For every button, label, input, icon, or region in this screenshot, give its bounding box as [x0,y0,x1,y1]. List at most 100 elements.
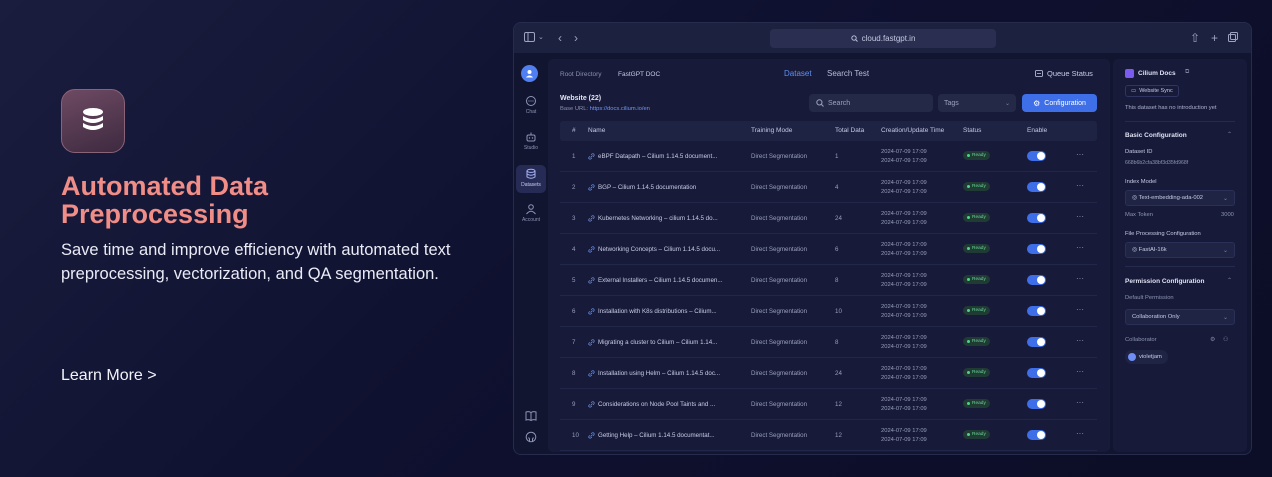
enable-toggle[interactable] [1027,430,1046,440]
row-name[interactable]: Considerations on Node Pool Taints and .… [588,401,738,408]
enable-toggle[interactable] [1027,368,1046,378]
tags-select[interactable]: Tags ⌄ [938,94,1016,112]
status-text: Ready [972,401,986,406]
more-options-icon[interactable]: ··· [1076,429,1084,438]
table-row[interactable]: 5 External Installers – Cilium 1.14.5 do… [560,265,1097,296]
row-updated: 2024-07-09 17:09 [881,282,927,288]
nav-item-chat[interactable]: Chat [516,95,546,121]
table-row[interactable]: 1 eBPF Datapath – Cilium 1.14.5 document… [560,141,1097,172]
row-index: 9 [572,401,576,408]
row-name[interactable]: External Installers – Cilium 1.14.5 docu… [588,277,738,284]
chevron-up-icon[interactable]: ⌃ [1227,131,1232,138]
more-options-icon[interactable]: ··· [1076,150,1084,159]
more-options-icon[interactable]: ··· [1076,367,1084,376]
enable-toggle[interactable] [1027,151,1046,161]
row-time: 2024-07-09 17:09 2024-07-09 17:09 [881,303,927,321]
row-total-data: 12 [835,401,842,408]
enable-toggle[interactable] [1027,306,1046,316]
nav-item-studio[interactable]: Studio [516,131,546,157]
row-time: 2024-07-09 17:09 2024-07-09 17:09 [881,396,927,414]
chevron-down-icon: ⌄ [1222,247,1228,254]
forward-icon[interactable]: › [574,31,578,45]
enable-toggle[interactable] [1027,337,1046,347]
chevron-down-icon[interactable]: ⌄ [538,33,544,41]
add-user-icon[interactable]: ⚇ [1223,336,1228,343]
more-options-icon[interactable]: ··· [1076,243,1084,252]
enable-toggle[interactable] [1027,399,1046,409]
new-tab-icon[interactable]: + [1211,31,1218,45]
row-name[interactable]: Kubernetes Networking – cilium 1.14.5 do… [588,215,738,222]
queue-status-button[interactable]: Queue Status [1035,69,1093,78]
enable-toggle[interactable] [1027,213,1046,223]
row-created: 2024-07-09 17:09 [881,149,927,155]
row-index: 1 [572,153,576,160]
dataset-title: Cilium Docs [1138,70,1176,77]
row-updated: 2024-07-09 17:09 [881,189,927,195]
row-name[interactable]: Installation with K8s distributions – Ci… [588,308,738,315]
link-icon [588,153,595,160]
website-sync-button[interactable]: ▭ Website Sync [1125,85,1179,97]
index-model-select[interactable]: ◎ Text-embedding-ada-002 ⌄ [1125,190,1235,206]
row-name-text: External Installers – Cilium 1.14.5 docu… [598,277,723,284]
learn-more-link[interactable]: Learn More > [61,367,157,385]
docs-book-icon[interactable] [516,410,546,424]
github-icon[interactable] [516,431,546,445]
more-options-icon[interactable]: ··· [1076,305,1084,314]
sidebar-toggle-icon[interactable] [524,31,535,45]
file-processing-value: ◎ FastAI-16k [1132,247,1167,253]
avatar[interactable] [521,65,538,82]
dataset-info-panel: Cilium Docs ⧉ ▭ Website Sync This datase… [1113,59,1247,452]
tabs-overview-icon[interactable] [1228,31,1238,45]
table-row[interactable]: 4 Networking Concepts – Cilium 1.14.5 do… [560,234,1097,265]
table-row[interactable]: 8 Installation using Helm – Cilium 1.14.… [560,358,1097,389]
row-updated: 2024-07-09 17:09 [881,158,927,164]
more-options-icon[interactable]: ··· [1076,274,1084,283]
link-icon [588,370,595,377]
row-name[interactable]: eBPF Datapath – Cilium 1.14.5 document..… [588,153,738,160]
share-icon[interactable]: ⇧ [1190,31,1200,45]
nav-item-account[interactable]: Account [516,203,546,229]
nav-item-datasets[interactable]: Datasets [516,165,546,193]
more-options-icon[interactable]: ··· [1076,336,1084,345]
collaborator-chip[interactable]: violetjam [1125,350,1168,364]
row-created: 2024-07-09 17:09 [881,335,927,341]
configuration-button[interactable]: ⚙ Configuration [1022,94,1097,112]
search-input[interactable]: Search [809,94,933,112]
tab-dataset[interactable]: Dataset [784,69,812,78]
back-icon[interactable]: ‹ [558,31,562,45]
row-time: 2024-07-09 17:09 2024-07-09 17:09 [881,365,927,383]
row-name[interactable]: Installation using Helm – Cilium 1.14.5 … [588,370,738,377]
more-options-icon[interactable]: ··· [1076,212,1084,221]
enable-toggle[interactable] [1027,182,1046,192]
enable-toggle[interactable] [1027,275,1046,285]
breadcrumb-root[interactable]: Root Directory [560,71,602,78]
row-name[interactable]: Migrating a cluster to Cilium – Cilium 1… [588,339,738,346]
enable-toggle[interactable] [1027,244,1046,254]
table-row[interactable]: 7 Migrating a cluster to Cilium – Cilium… [560,327,1097,358]
table-row[interactable]: 2 BGP – Cilium 1.14.5 documentation Dire… [560,172,1097,203]
table-row[interactable]: 10 Getting Help – Cilium 1.14.5 document… [560,420,1097,451]
table-row[interactable]: 6 Installation with K8s distributions – … [560,296,1097,327]
row-name[interactable]: Getting Help – Cilium 1.14.5 documentat.… [588,432,738,439]
tab-search-test[interactable]: Search Test [827,69,869,78]
more-options-icon[interactable]: ··· [1076,181,1084,190]
file-processing-select[interactable]: ◎ FastAI-16k ⌄ [1125,242,1235,258]
chevron-up-icon[interactable]: ⌃ [1227,277,1232,284]
base-url-link[interactable]: https://docs.cilium.io/en [590,106,650,112]
row-name-text: Networking Concepts – Cilium 1.14.5 docu… [598,246,721,253]
row-updated: 2024-07-09 17:09 [881,375,927,381]
edit-icon[interactable]: ⧉ [1185,69,1189,76]
row-index: 2 [572,184,576,191]
row-name[interactable]: Networking Concepts – Cilium 1.14.5 docu… [588,246,738,253]
row-name[interactable]: BGP – Cilium 1.14.5 documentation [588,184,738,191]
url-bar[interactable]: cloud.fastgpt.in [770,29,996,48]
status-text: Ready [972,246,986,251]
row-created: 2024-07-09 17:09 [881,242,927,248]
more-options-icon[interactable]: ··· [1076,398,1084,407]
table-row[interactable]: 9 Considerations on Node Pool Taints and… [560,389,1097,420]
row-name-text: Installation using Helm – Cilium 1.14.5 … [598,370,721,377]
gear-icon[interactable]: ⚙ [1210,336,1215,343]
table-row[interactable]: 3 Kubernetes Networking – cilium 1.14.5 … [560,203,1097,234]
default-permission-select[interactable]: Collaboration Only ⌄ [1125,309,1235,325]
status-badge: Ready [963,244,990,253]
